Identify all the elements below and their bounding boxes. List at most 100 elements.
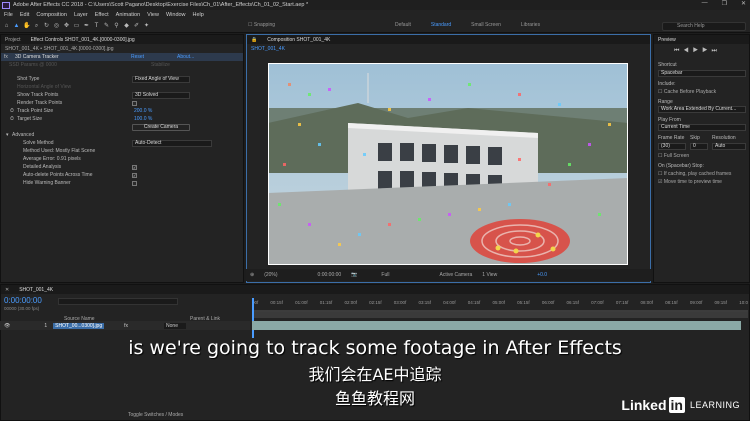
layer-row[interactable]: 👁 1 SHOT_00...0300].jpg fx None <box>0 321 250 330</box>
menu-file[interactable]: File <box>4 12 13 18</box>
frame-rate-select[interactable]: (30) <box>658 143 686 150</box>
comp-subtab[interactable]: SHOT_001_4K <box>251 46 285 52</box>
show-track-points-row: Show Track Points 3D Solved <box>1 91 243 99</box>
timeline-close-icon[interactable]: ✕ <box>5 287 9 293</box>
create-camera-button[interactable]: Create Camera <box>132 123 190 131</box>
comp-timecode[interactable]: 0:00:00:00 <box>318 272 342 278</box>
play-from-select[interactable]: Current Time <box>658 124 746 131</box>
fx-icon[interactable]: fx <box>4 54 8 60</box>
menu-edit[interactable]: Edit <box>20 12 29 18</box>
rotate-tool-icon[interactable]: ↻ <box>43 23 50 30</box>
target-size-row: ⏱ Target Size 100.0 % <box>1 115 243 123</box>
show-track-points-select[interactable]: 3D Solved <box>132 91 190 99</box>
minimize-button[interactable]: — <box>702 0 708 7</box>
menu-help[interactable]: Help <box>193 12 204 18</box>
frame-rate-label: Frame Rate <box>658 135 685 141</box>
workspace-small-screen[interactable]: Small Screen <box>471 22 501 28</box>
track-point-size-value[interactable]: 200.0 % <box>134 108 152 114</box>
tab-preview[interactable]: Preview <box>658 37 676 43</box>
composition-viewer[interactable] <box>268 63 628 265</box>
menu-view[interactable]: View <box>147 12 159 18</box>
time-ruler[interactable]: 00f 00:15f 01:00f 01:15f 02:00f 02:15f 0… <box>252 300 748 312</box>
workspace-standard[interactable]: Standard <box>431 22 451 28</box>
pan-behind-icon[interactable]: ✥ <box>63 23 70 30</box>
snapshot-icon[interactable]: 📷 <box>351 272 357 278</box>
exposure-value[interactable]: +0.0 <box>537 272 547 278</box>
maximize-button[interactable]: ❐ <box>722 0 727 7</box>
camera-dropdown[interactable]: Active Camera <box>439 272 472 278</box>
solve-method-select[interactable]: Auto-Detect <box>132 139 212 147</box>
menu-effect[interactable]: Effect <box>95 12 109 18</box>
timeline-search-input[interactable] <box>58 298 178 305</box>
logo-learning: LEARNING <box>689 400 740 410</box>
reset-button[interactable]: Reset <box>131 54 144 60</box>
advanced-row[interactable]: ▾ Advanced <box>1 131 243 139</box>
resolution-dropdown[interactable]: Full <box>381 272 389 278</box>
render-track-points-checkbox[interactable] <box>132 100 137 106</box>
menu-layer[interactable]: Layer <box>74 12 88 18</box>
comp-lock-icon[interactable]: 🔒 <box>251 37 257 43</box>
clone-stamp-icon[interactable]: ⚲ <box>113 23 120 30</box>
layer-track-bar[interactable] <box>252 321 741 330</box>
chevron-down-icon[interactable]: ▾ <box>6 132 9 138</box>
eye-icon[interactable]: 👁 <box>4 323 10 329</box>
detailed-analysis-checkbox[interactable]: ✓ <box>132 164 137 170</box>
snapping-checkbox[interactable]: ☐ Snapping <box>248 22 275 28</box>
tab-project[interactable]: Project <box>5 37 21 43</box>
pen-tool-icon[interactable]: ✒ <box>83 23 90 30</box>
stopwatch-icon[interactable]: ⏱ <box>10 116 14 122</box>
shot-type-select[interactable]: Fixed Angle of View <box>132 75 190 83</box>
tab-composition[interactable]: Composition SHOT_001_4K <box>267 37 330 43</box>
if-caching-checkbox[interactable]: ☐ If caching, play cached frames <box>658 171 731 177</box>
roto-brush-icon[interactable]: ✐ <box>133 23 140 30</box>
solve-method-row: Solve Method Auto-Detect <box>1 139 243 147</box>
full-screen-checkbox[interactable]: ☐ Full Screen <box>658 153 689 159</box>
ruler-tick: 07:00f <box>591 300 604 305</box>
magnify-icon[interactable]: ⊕ <box>250 272 254 278</box>
cache-before-checkbox[interactable]: ☐ Cache Before Playback <box>658 89 716 95</box>
ruler-tick: 10:0 <box>739 300 748 305</box>
menu-bar: File Edit Composition Layer Effect Anima… <box>0 10 750 20</box>
workspace-default[interactable]: Default <box>395 22 411 28</box>
type-tool-icon[interactable]: T <box>93 23 100 30</box>
workspace-libraries[interactable]: Libraries <box>521 22 540 28</box>
views-dropdown[interactable]: 1 View <box>482 272 497 278</box>
effect-row[interactable]: fx 3D Camera Tracker Reset About... <box>1 53 243 61</box>
work-area-bar[interactable] <box>252 312 748 318</box>
layer-name[interactable]: SHOT_00...0300].jpg <box>53 322 105 329</box>
auto-delete-checkbox[interactable]: ✓ <box>132 172 137 178</box>
menu-composition[interactable]: Composition <box>36 12 67 18</box>
hide-warning-checkbox[interactable] <box>132 180 137 186</box>
puppet-pin-icon[interactable]: ✦ <box>143 23 150 30</box>
fx-switch-icon[interactable]: fx <box>124 323 128 329</box>
move-time-checkbox[interactable]: ☑ Move time to preview time <box>658 179 722 185</box>
target-size-value[interactable]: 100.0 % <box>134 116 152 122</box>
rectangle-tool-icon[interactable]: ▭ <box>73 23 80 30</box>
stopwatch-icon[interactable]: ⏱ <box>10 108 14 114</box>
menu-window[interactable]: Window <box>166 12 186 18</box>
about-button[interactable]: About... <box>177 54 194 60</box>
tab-effect-controls[interactable]: Effect Controls SHOT_001_4K.[0000-0300].… <box>31 37 135 43</box>
skip-select[interactable]: 0 <box>690 143 708 150</box>
selection-tool-icon[interactable]: ▲ <box>13 23 20 30</box>
brush-tool-icon[interactable]: ✎ <box>103 23 110 30</box>
menu-animation[interactable]: Animation <box>116 12 140 18</box>
detailed-analysis-label: Detailed Analysis <box>23 164 62 170</box>
close-button[interactable]: ✕ <box>741 0 746 7</box>
tab-timeline[interactable]: SHOT_001_4K <box>19 287 53 293</box>
hand-tool-icon[interactable]: ✋ <box>23 23 30 30</box>
shortcut-select[interactable]: Spacebar <box>658 70 746 77</box>
zoom-tool-icon[interactable]: ⌕ <box>33 23 40 30</box>
toggle-switches-modes[interactable]: Toggle Switches / Modes <box>128 412 183 418</box>
playhead[interactable] <box>252 298 254 338</box>
orbit-camera-icon[interactable]: ◎ <box>53 23 60 30</box>
timeline-timecode[interactable]: 0:00:00:00 <box>4 296 42 305</box>
range-select[interactable]: Work Area Extended By Current... <box>658 106 746 113</box>
zoom-dropdown[interactable]: (20%) <box>264 272 277 278</box>
eraser-tool-icon[interactable]: ◆ <box>123 23 130 30</box>
home-icon[interactable]: ⌂ <box>3 23 10 30</box>
resolution-select[interactable]: Auto <box>712 143 746 150</box>
search-help-input[interactable]: Search Help <box>662 22 746 31</box>
parent-select[interactable]: None <box>164 322 186 329</box>
playback-controls[interactable]: ⏮◀▶▶⏭ <box>674 48 721 55</box>
